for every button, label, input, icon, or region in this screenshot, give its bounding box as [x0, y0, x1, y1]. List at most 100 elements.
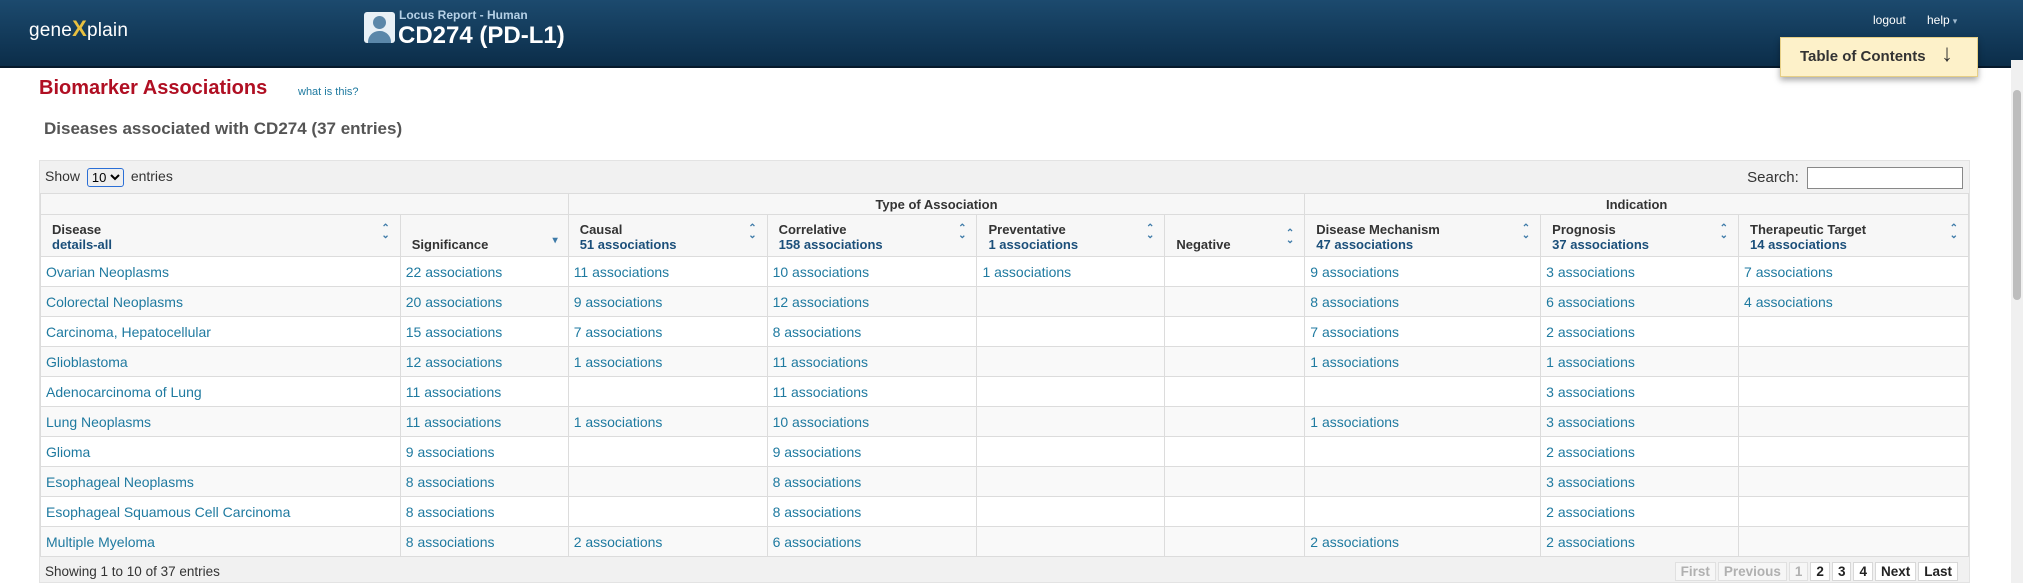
cell-prognosis: 6 associations [1540, 286, 1740, 317]
search-input[interactable] [1807, 167, 1963, 189]
association-link[interactable]: 7 associations [1310, 324, 1399, 340]
disease-link[interactable]: Esophageal Squamous Cell Carcinoma [46, 504, 290, 520]
column-header-preventative[interactable]: Preventative 1 associations ⌃ ⌄ [976, 214, 1166, 257]
cell-disease-mechanism: 2 associations [1304, 526, 1542, 557]
association-link[interactable]: 3 associations [1546, 474, 1635, 490]
disease-link[interactable]: Glioblastoma [46, 354, 128, 370]
column-header-therapeutic-target[interactable]: Therapeutic Target 14 associations ⌃ ⌄ [1738, 214, 1969, 257]
association-link[interactable]: 6 associations [1546, 294, 1635, 310]
disease-link[interactable]: Colorectal Neoplasms [46, 294, 183, 310]
column-header-prognosis[interactable]: Prognosis 37 associations ⌃ ⌄ [1540, 214, 1740, 257]
cell-disease-mechanism [1304, 376, 1542, 407]
column-header-causal[interactable]: Causal 51 associations ⌃ ⌄ [567, 214, 768, 257]
pager-page-3[interactable]: 3 [1831, 562, 1852, 581]
association-link[interactable]: 2 associations [1546, 324, 1635, 340]
association-link[interactable]: 8 associations [773, 324, 862, 340]
disease-link[interactable]: Adenocarcinoma of Lung [46, 384, 202, 400]
association-link[interactable]: 12 associations [773, 294, 870, 310]
column-header-label: Disease Mechanism [1316, 222, 1440, 237]
genexplain-logo[interactable]: geneXplain [29, 16, 128, 42]
association-link[interactable]: 1 associations [1310, 414, 1399, 430]
association-link[interactable]: 2 associations [1546, 444, 1635, 460]
association-link[interactable]: 8 associations [406, 534, 495, 550]
logout-link[interactable]: logout [1873, 13, 1906, 27]
association-link[interactable]: 1 associations [982, 264, 1071, 280]
disease-link[interactable]: Multiple Myeloma [46, 534, 155, 550]
association-link[interactable]: 11 associations [574, 264, 669, 280]
association-link[interactable]: 11 associations [773, 384, 868, 400]
cell-causal [567, 376, 768, 407]
pager-previous-button[interactable]: Previous [1717, 562, 1787, 581]
cell-causal: 7 associations [567, 316, 768, 347]
association-link[interactable]: 10 associations [773, 264, 870, 280]
association-link[interactable]: 2 associations [1546, 504, 1635, 520]
table-row: Colorectal Neoplasms 20 associations 9 a… [40, 286, 1969, 317]
what-is-this-link[interactable]: what is this? [298, 86, 359, 98]
association-link[interactable]: 9 associations [1310, 264, 1399, 280]
pager-last-button[interactable]: Last [1918, 562, 1958, 581]
association-link[interactable]: 3 associations [1546, 264, 1635, 280]
group-header-type: Type of Association [567, 193, 1306, 215]
page-scrollbar[interactable] [2011, 60, 2023, 583]
column-header-disease-mechanism[interactable]: Disease Mechanism 47 associations ⌃ ⌄ [1304, 214, 1542, 257]
association-link[interactable]: 10 associations [773, 414, 870, 430]
association-link[interactable]: 11 associations [406, 414, 501, 430]
association-link[interactable]: 6 associations [773, 534, 862, 550]
association-link[interactable]: 8 associations [406, 474, 495, 490]
disease-link[interactable]: Carcinoma, Hepatocellular [46, 324, 211, 340]
cell-correlative: 8 associations [766, 466, 978, 497]
association-link[interactable]: 1 associations [574, 414, 663, 430]
pager-next-button[interactable]: Next [1874, 562, 1917, 581]
association-link[interactable]: 8 associations [773, 474, 862, 490]
association-link[interactable]: 7 associations [1744, 264, 1833, 280]
association-link[interactable]: 3 associations [1546, 384, 1635, 400]
table-of-contents-button[interactable]: Table of Contents ↓ [1780, 37, 1978, 77]
association-link[interactable]: 1 associations [574, 354, 663, 370]
pager-first-button[interactable]: First [1674, 562, 1716, 581]
association-link[interactable]: 4 associations [1744, 294, 1833, 310]
cell-disease-mechanism: 8 associations [1304, 286, 1542, 317]
association-link[interactable]: 9 associations [406, 444, 495, 460]
table-row: Ovarian Neoplasms 22 associations 11 ass… [40, 256, 1969, 287]
pager-page-2[interactable]: 2 [1810, 562, 1830, 581]
association-link[interactable]: 8 associations [1310, 294, 1399, 310]
pager-page-1[interactable]: 1 [1788, 562, 1809, 581]
association-link[interactable]: 1 associations [1546, 354, 1635, 370]
disease-link[interactable]: Ovarian Neoplasms [46, 264, 169, 280]
association-link[interactable]: 9 associations [574, 294, 663, 310]
disease-link[interactable]: Esophageal Neoplasms [46, 474, 194, 490]
column-header-negative[interactable]: Negative ⌃ ⌄ [1164, 214, 1306, 257]
association-link[interactable]: 8 associations [773, 504, 862, 520]
association-link[interactable]: 2 associations [1310, 534, 1399, 550]
association-link[interactable]: 12 associations [406, 354, 503, 370]
cell-prognosis: 3 associations [1540, 376, 1740, 407]
association-link[interactable]: 1 associations [1310, 354, 1399, 370]
association-link[interactable]: 11 associations [773, 354, 868, 370]
top-bar: geneXplain Locus Report - Human CD274 (P… [0, 0, 2023, 68]
association-link[interactable]: 3 associations [1546, 414, 1635, 430]
disease-link[interactable]: Glioma [46, 444, 90, 460]
column-header-significance[interactable]: Significance ▾ [399, 214, 569, 257]
page-size-select[interactable]: 10 [86, 168, 124, 187]
association-link[interactable]: 9 associations [773, 444, 862, 460]
cell-therapeutic-target: 7 associations [1738, 256, 1969, 287]
association-link[interactable]: 7 associations [574, 324, 663, 340]
column-header-disease[interactable]: Disease details-all ⌃ ⌄ [40, 214, 401, 257]
association-link[interactable]: 8 associations [406, 504, 495, 520]
association-link[interactable]: 20 associations [406, 294, 503, 310]
cell-negative [1164, 316, 1306, 347]
association-link[interactable]: 15 associations [406, 324, 503, 340]
association-link[interactable]: 2 associations [1546, 534, 1635, 550]
association-link[interactable]: 2 associations [574, 534, 663, 550]
association-link[interactable]: 22 associations [406, 264, 503, 280]
association-link[interactable]: 11 associations [406, 384, 501, 400]
help-menu[interactable]: help ▾ [1927, 13, 1957, 27]
pager-page-4[interactable]: 4 [1853, 562, 1873, 581]
cell-prognosis: 3 associations [1540, 406, 1740, 437]
disease-link[interactable]: Lung Neoplasms [46, 414, 151, 430]
details-all-link[interactable]: details-all [52, 237, 394, 252]
scrollbar-thumb[interactable] [2013, 90, 2021, 300]
column-header-correlative[interactable]: Correlative 158 associations ⌃ ⌄ [766, 214, 978, 257]
cell-correlative: 8 associations [766, 316, 978, 347]
search-control: Search: [1747, 167, 1963, 189]
